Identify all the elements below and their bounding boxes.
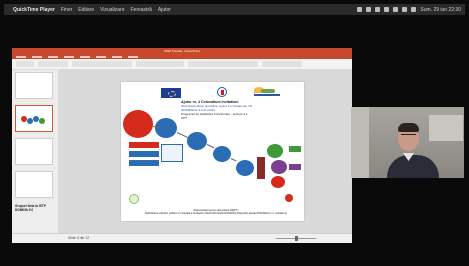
person-glasses (401, 134, 416, 138)
app-menu[interactable]: QuickTime Player (13, 7, 55, 13)
slide-thumbnail[interactable] (15, 171, 53, 198)
ribbon-group-paragraph[interactable] (136, 61, 184, 67)
status-bar: Slide 3 din 12 (12, 233, 352, 243)
diagram-node-red (271, 176, 285, 188)
control-center-icon[interactable] (411, 7, 417, 12)
video-board (429, 115, 463, 141)
diagram-node-green (267, 144, 283, 158)
slide-thumbnail-text[interactable]: Grupuri tinta la ISTP DOMINA 9.0 (15, 204, 53, 212)
ribbon-tab[interactable] (64, 56, 74, 58)
slide-thumbnail[interactable] (15, 72, 53, 99)
slide-footer-line2: Mobilizarea valorilor publice si cultura… (145, 212, 287, 216)
desktop: QuickTime Player Finer Editare Vizualiza… (0, 0, 469, 266)
diagram-textbox (161, 144, 183, 162)
ribbon-tab[interactable] (48, 56, 58, 58)
slide-subtitle-2: Programul de stabilizare Functionare - s… (181, 112, 248, 120)
ribbon-group-font[interactable] (72, 61, 132, 67)
menu-file[interactable]: Finer (61, 7, 72, 13)
ribbon-group-editing[interactable] (262, 61, 302, 67)
slide-counter: Slide 3 din 12 (68, 236, 90, 240)
zoom-slider-handle[interactable] (295, 236, 298, 241)
ribbon-group-slides[interactable] (38, 61, 68, 67)
diagram-box-green (289, 146, 301, 152)
diagram-node-red (123, 110, 153, 138)
bottom-left-logo (129, 194, 139, 204)
diagram-box-blue (129, 160, 159, 166)
menu-view[interactable]: Vizualizare (100, 7, 124, 13)
program-logo (254, 87, 280, 99)
slide-thumbnail-selected[interactable] (15, 105, 53, 132)
video-door (351, 107, 369, 178)
menu-edit[interactable]: Editare (78, 7, 94, 13)
thumbnail-diagram (21, 116, 45, 124)
ribbon-tab[interactable] (80, 56, 90, 58)
search-icon[interactable] (393, 7, 399, 12)
wifi-icon[interactable] (357, 7, 363, 12)
user-icon[interactable] (402, 7, 408, 12)
government-logo (217, 87, 227, 97)
status-area: Sum. 29 iun 22:30 (357, 7, 461, 13)
diagram-arrow (176, 132, 189, 139)
menu-window[interactable]: Fereastră (131, 7, 152, 13)
bluetooth-icon[interactable] (366, 7, 372, 12)
slide-footer: Parteneriatul pentru dezvoltare (DEPT) M… (141, 209, 291, 215)
diagram-arrow (206, 144, 215, 149)
menubar: QuickTime Player Finer Editare Vizualiza… (4, 4, 465, 15)
diagram-arrow (230, 158, 237, 162)
volume-icon[interactable] (375, 7, 381, 12)
person-hair (398, 123, 419, 132)
bottom-right-logo (285, 194, 293, 202)
ribbon-group-clipboard[interactable] (16, 61, 34, 67)
ribbon-toolbar (12, 59, 352, 70)
menu-help[interactable]: Ajutor (158, 7, 171, 13)
diagram-box-purple (289, 164, 301, 170)
diagram-node-purple (271, 160, 287, 174)
battery-icon[interactable] (384, 7, 390, 12)
diagram-node-blue (187, 132, 207, 150)
slide-thumbnails-pane: Grupuri tinta la ISTP DOMINA 9.0 (12, 70, 58, 233)
ribbon-group-drawing[interactable] (188, 61, 258, 67)
ribbon-tab[interactable] (16, 56, 26, 58)
diagram-box-red (129, 142, 159, 148)
slide-thumbnail[interactable] (15, 138, 53, 165)
diagram-box-blue (129, 151, 159, 157)
ribbon-tab[interactable] (96, 56, 106, 58)
eu-flag-logo (161, 88, 181, 98)
diagram-node-blue (236, 160, 254, 176)
ribbon-tab[interactable] (112, 56, 122, 58)
ribbon-tab[interactable] (32, 56, 42, 58)
current-slide[interactable]: Ajutor nr. 4 Colocatiuni invitatiuni Ghi… (121, 82, 304, 221)
diagram-bar (257, 157, 265, 179)
diagram-node-blue (213, 146, 231, 162)
webcam-video[interactable] (351, 107, 464, 178)
menubar-clock[interactable]: Sum. 29 iun 22:30 (420, 7, 461, 13)
ribbon-tab[interactable] (128, 56, 138, 58)
